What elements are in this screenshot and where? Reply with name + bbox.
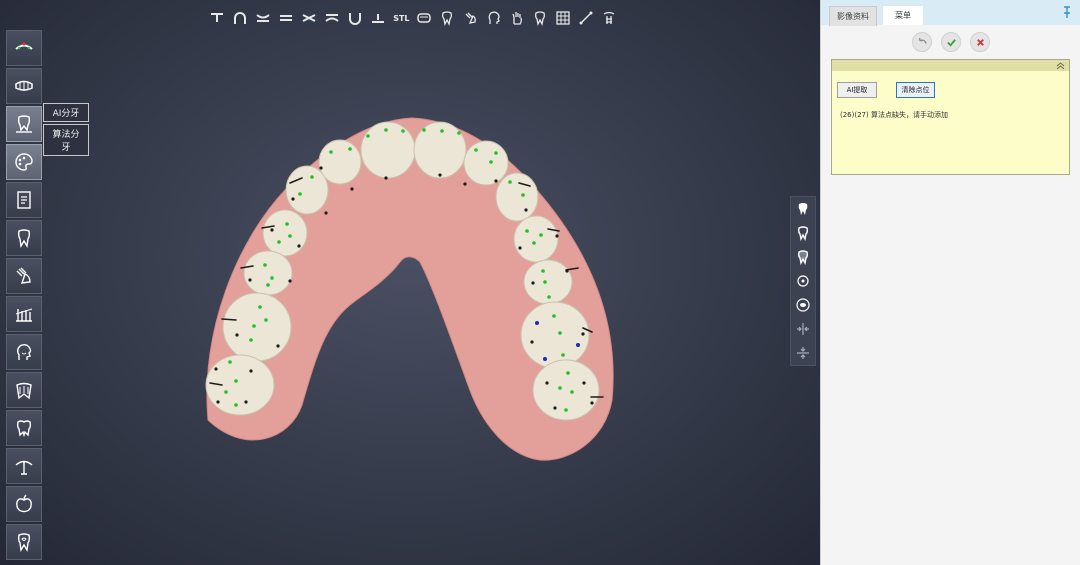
- collapse-icon[interactable]: [1056, 61, 1065, 70]
- cancel-button[interactable]: [970, 32, 990, 52]
- bite-icon[interactable]: [300, 9, 318, 27]
- grid-icon[interactable]: [554, 9, 572, 27]
- implant-icon[interactable]: [600, 9, 618, 27]
- tooth: [285, 165, 329, 215]
- status-message: (26)(27) 算法点缺失，请手动添加: [840, 111, 948, 119]
- algo-split-menu-item[interactable]: 算法分牙: [43, 124, 89, 156]
- jaw-joint-icon: [15, 460, 33, 475]
- undo-button[interactable]: [912, 32, 932, 52]
- jaw-joint-button[interactable]: [6, 448, 42, 484]
- lower-jaw-icon[interactable]: [323, 9, 341, 27]
- tooth: [495, 172, 539, 222]
- tooth-heart-icon: [17, 533, 31, 553]
- hand-tooth-button[interactable]: [6, 258, 42, 294]
- stl-label: STL: [393, 13, 410, 23]
- equal-icon[interactable]: [277, 9, 295, 27]
- segmentation-popup: AI分牙 算法分牙: [43, 103, 89, 158]
- hand-tooth-icon: [16, 267, 31, 284]
- 3d-viewport[interactable]: STL AI分牙 算法分牙: [0, 0, 820, 565]
- cancel-icon: [976, 38, 984, 46]
- single-tooth-icon: [17, 229, 31, 249]
- pin-icon[interactable]: [1061, 5, 1073, 19]
- action-buttons: [821, 32, 1080, 52]
- tooth-grid-icon: [15, 308, 33, 322]
- hand-icon[interactable]: [508, 9, 526, 27]
- confirm-button[interactable]: [941, 32, 961, 52]
- ai-split-menu-item[interactable]: AI分牙: [43, 103, 89, 122]
- molar-icon: [16, 420, 32, 438]
- tooth-heart-button[interactable]: [6, 524, 42, 560]
- tooth: [222, 292, 292, 362]
- document-icon: [17, 191, 31, 209]
- tooth-segment-button[interactable]: [6, 106, 42, 142]
- crown-button[interactable]: [6, 372, 42, 408]
- dental-arch-model[interactable]: [0, 0, 820, 565]
- document-button[interactable]: [6, 182, 42, 218]
- head-icon[interactable]: [485, 9, 503, 27]
- extraction-panel: AI提取 清除点位 (26)(27) 算法点缺失，请手动添加: [831, 59, 1070, 175]
- tooth: [513, 215, 559, 263]
- tooth: [360, 121, 416, 179]
- arch-icon[interactable]: [231, 9, 249, 27]
- u-shape-icon[interactable]: [346, 9, 364, 27]
- stl-icon[interactable]: STL: [392, 9, 410, 27]
- full-arch-button[interactable]: [6, 68, 42, 104]
- hand-tooth-icon[interactable]: [462, 9, 480, 27]
- horizontal-align-icon[interactable]: [791, 317, 815, 341]
- tooth: [243, 250, 293, 296]
- palette-icon: [15, 153, 33, 171]
- tooth-grid-button[interactable]: [6, 296, 42, 332]
- clear-points-button[interactable]: 清除点位: [896, 82, 935, 98]
- jaw-model-icon[interactable]: [415, 9, 433, 27]
- dental-arch-button[interactable]: [6, 30, 42, 66]
- tooth: [413, 121, 467, 179]
- upper-jaw-icon[interactable]: [254, 9, 272, 27]
- tooth: [205, 354, 275, 416]
- undo-icon: [918, 37, 927, 44]
- tooth-icon[interactable]: [438, 9, 456, 27]
- tooth-side-icon[interactable]: [791, 221, 815, 245]
- crown-icon: [16, 382, 32, 400]
- eye-icon[interactable]: [791, 293, 815, 317]
- target-icon[interactable]: [791, 269, 815, 293]
- tab-imaging-data[interactable]: 影像资料: [829, 6, 877, 26]
- tooth-front-icon[interactable]: [791, 197, 815, 221]
- dental-arch-icon: [15, 42, 33, 50]
- apple-button[interactable]: [6, 486, 42, 522]
- face-icon: [17, 344, 32, 360]
- tab-menu[interactable]: 菜单: [883, 6, 923, 25]
- confirm-icon: [946, 38, 956, 47]
- tooth: [262, 209, 308, 257]
- baseline-icon[interactable]: [369, 9, 387, 27]
- occlusal-plane-icon[interactable]: [208, 9, 226, 27]
- single-tooth-button[interactable]: [6, 220, 42, 256]
- tooth-back-icon[interactable]: [791, 245, 815, 269]
- extraction-panel-header: [832, 60, 1069, 71]
- full-arch-icon: [15, 80, 33, 91]
- tooth-outline-icon[interactable]: [531, 9, 549, 27]
- tooth-segment-icon: [16, 115, 32, 133]
- face-button[interactable]: [6, 334, 42, 370]
- molar-button[interactable]: [6, 410, 42, 446]
- right-toolbar: [790, 196, 816, 366]
- apple-icon: [16, 494, 32, 513]
- measure-icon[interactable]: [577, 9, 595, 27]
- tooth: [520, 301, 590, 369]
- ai-extract-button[interactable]: AI提取: [837, 82, 877, 98]
- panel-header: 影像资料 菜单: [821, 0, 1080, 26]
- palette-button[interactable]: [6, 144, 42, 180]
- side-panel: 影像资料 菜单 AI提取 清除点位 (26)(27) 算法点缺失，请手动添加: [820, 0, 1080, 565]
- vertical-align-icon[interactable]: [791, 341, 815, 365]
- tooth: [463, 140, 509, 186]
- left-toolbar: [6, 30, 42, 562]
- top-toolbar: STL: [208, 8, 618, 28]
